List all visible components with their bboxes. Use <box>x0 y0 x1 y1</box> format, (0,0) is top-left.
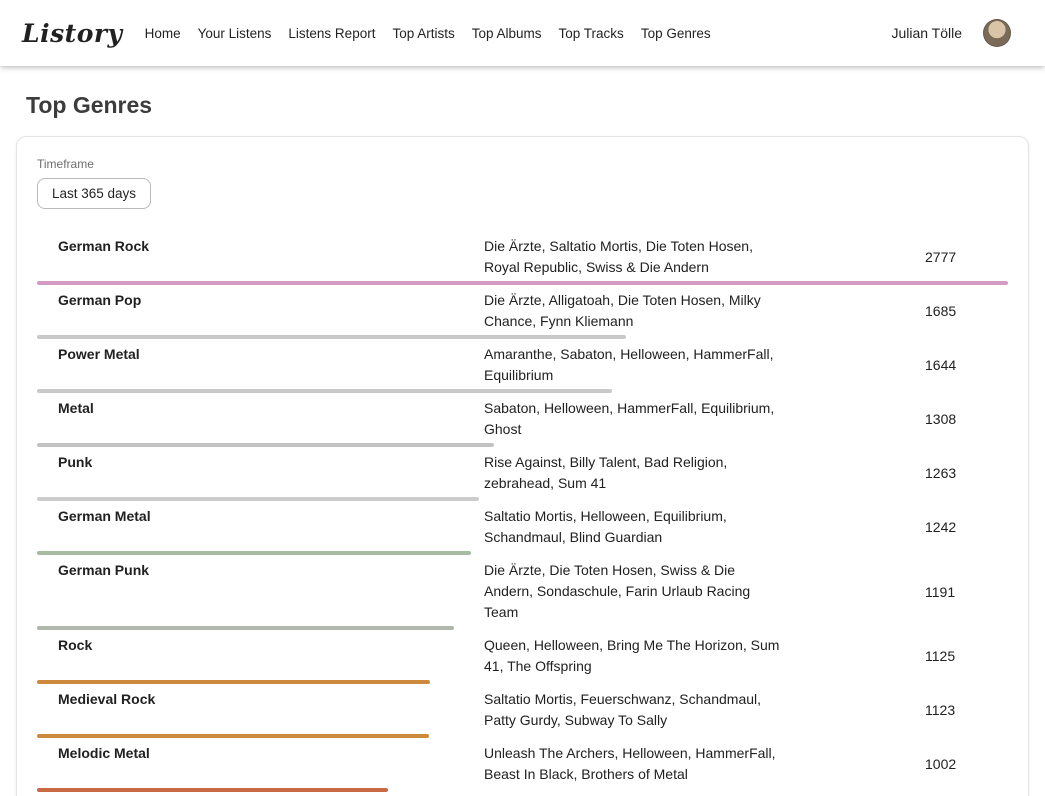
genre-name: German Pop <box>37 290 484 332</box>
user-avatar[interactable] <box>983 19 1011 47</box>
genre-artists: Sabaton, Helloween, HammerFall, Equilibr… <box>484 398 786 440</box>
nav-item-top-albums[interactable]: Top Albums <box>472 26 542 41</box>
genre-count: 1191 <box>925 584 1008 600</box>
nav-item-your-listens[interactable]: Your Listens <box>198 26 272 41</box>
genre-count: 1263 <box>925 465 1008 481</box>
genre-row: Power Metal Amaranthe, Sabaton, Hellowee… <box>37 339 1008 393</box>
genre-count: 2777 <box>925 249 1008 265</box>
genre-name: German Rock <box>37 236 484 278</box>
user-menu[interactable]: Julian Tölle <box>891 19 1023 47</box>
user-name: Julian Tölle <box>891 25 962 41</box>
genre-count: 1125 <box>925 648 1008 664</box>
genre-row: Punk Rise Against, Billy Talent, Bad Rel… <box>37 447 1008 501</box>
genre-table: German Rock Die Ärzte, Saltatio Mortis, … <box>37 231 1008 796</box>
genre-row: German Indie Bukahara, Käptn Peng, KYTES… <box>37 792 1008 796</box>
page-content: Top Genres Timeframe Last 365 days Germa… <box>0 66 1045 796</box>
genre-row: Melodic Metal Unleash The Archers, Hello… <box>37 738 1008 792</box>
genre-count: 1308 <box>925 411 1008 427</box>
main-nav: Home Your Listens Listens Report Top Art… <box>145 26 892 41</box>
genre-row: Rock Queen, Helloween, Bring Me The Hori… <box>37 630 1008 684</box>
genre-name: Rock <box>37 635 484 677</box>
genre-name: Melodic Metal <box>37 743 484 785</box>
genre-count: 1002 <box>925 756 1008 772</box>
genre-count: 1242 <box>925 519 1008 535</box>
page-title: Top Genres <box>26 92 1019 119</box>
nav-item-top-genres[interactable]: Top Genres <box>641 26 711 41</box>
nav-item-top-artists[interactable]: Top Artists <box>392 26 454 41</box>
genre-row: German Metal Saltatio Mortis, Helloween,… <box>37 501 1008 555</box>
genre-artists: Die Ärzte, Saltatio Mortis, Die Toten Ho… <box>484 236 786 278</box>
genre-artists: Rise Against, Billy Talent, Bad Religion… <box>484 452 786 494</box>
nav-item-top-tracks[interactable]: Top Tracks <box>559 26 624 41</box>
genre-name: Power Metal <box>37 344 484 386</box>
genre-artists: Die Ärzte, Die Toten Hosen, Swiss & Die … <box>484 560 786 623</box>
genre-row: Medieval Rock Saltatio Mortis, Feuerschw… <box>37 684 1008 738</box>
genre-name: Medieval Rock <box>37 689 484 731</box>
genre-name: German Metal <box>37 506 484 548</box>
genre-row: Metal Sabaton, Helloween, HammerFall, Eq… <box>37 393 1008 447</box>
genre-artists: Saltatio Mortis, Feuerschwanz, Schandmau… <box>484 689 786 731</box>
genre-row: German Rock Die Ärzte, Saltatio Mortis, … <box>37 231 1008 285</box>
genre-artists: Die Ärzte, Alligatoah, Die Toten Hosen, … <box>484 290 786 332</box>
genre-count: 1644 <box>925 357 1008 373</box>
top-genres-card: Timeframe Last 365 days German Rock Die … <box>16 136 1029 796</box>
genre-artists: Queen, Helloween, Bring Me The Horizon, … <box>484 635 786 677</box>
nav-item-home[interactable]: Home <box>145 26 181 41</box>
genre-row: German Punk Die Ärzte, Die Toten Hosen, … <box>37 555 1008 630</box>
genre-count: 1685 <box>925 303 1008 319</box>
genre-name: Metal <box>37 398 484 440</box>
genre-artists: Saltatio Mortis, Helloween, Equilibrium,… <box>484 506 786 548</box>
genre-count: 1123 <box>925 702 1008 718</box>
genre-name: Punk <box>37 452 484 494</box>
genre-row: German Pop Die Ärzte, Alligatoah, Die To… <box>37 285 1008 339</box>
genre-artists: Unleash The Archers, Helloween, HammerFa… <box>484 743 786 785</box>
timeframe-label: Timeframe <box>37 157 1008 171</box>
app-bar: Listory Home Your Listens Listens Report… <box>0 0 1045 66</box>
genre-artists: Amaranthe, Sabaton, Helloween, HammerFal… <box>484 344 786 386</box>
timeframe-select[interactable]: Last 365 days <box>37 178 151 209</box>
app-logo[interactable]: Listory <box>22 19 123 48</box>
nav-item-listens-report[interactable]: Listens Report <box>288 26 375 41</box>
genre-name: German Punk <box>37 560 484 623</box>
